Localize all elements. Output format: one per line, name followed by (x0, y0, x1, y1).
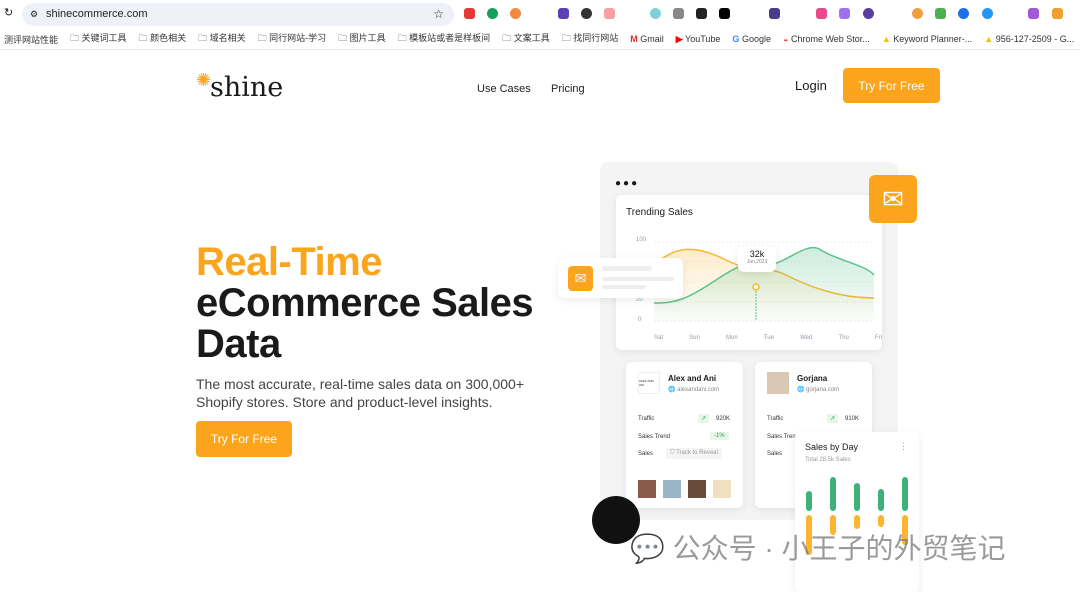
card-subtitle: Total 28.5k Sales (805, 457, 851, 463)
sales-by-day-card: Sales by Day ⋮ Total 28.5k Sales (795, 432, 919, 592)
extension-icon[interactable] (487, 8, 498, 19)
bookmark-folder[interactable]: 🗀 同行网站-学习 (258, 31, 327, 47)
try-free-header-button[interactable]: Try For Free (843, 68, 940, 103)
bookmark-folder[interactable]: 🗀 文案工具 (502, 31, 550, 47)
login-link[interactable]: Login (795, 78, 827, 93)
bookmark-gmail[interactable]: M Gmail (630, 34, 664, 44)
notification-card: ✉ (558, 258, 683, 298)
nav-use-cases[interactable]: Use Cases (477, 79, 531, 97)
store-logo (767, 372, 789, 394)
extension-icon[interactable] (912, 8, 923, 19)
wechat-icon: 💬 (630, 533, 665, 564)
bookmarks-bar: 测评网站性能 🗀 关键词工具 🗀 颜色相关 🗀 域名相关 🗀 同行网站-学习 🗀… (0, 29, 1080, 50)
extension-icon[interactable] (464, 8, 475, 19)
extension-icon[interactable] (863, 8, 874, 19)
bookmark-folder[interactable]: 🗀 关键词工具 (70, 31, 127, 47)
extension-icon[interactable] (719, 8, 730, 19)
mail-icon: ✉ (568, 266, 593, 291)
extension-icon[interactable] (816, 8, 827, 19)
store-name: Alex and Ani (668, 374, 717, 383)
bookmark[interactable]: 测评网站性能 (4, 33, 58, 46)
x-axis-labels: Sat Sun Mon Tue Wed Thu Fri (654, 335, 882, 341)
star-icon[interactable]: ☆ (433, 3, 444, 26)
sales-trend-badge: -1% (710, 432, 729, 440)
try-free-hero-button[interactable]: Try For Free (196, 421, 292, 457)
bookmark-keyword-planner[interactable]: ▲ Keyword Planner-... (882, 34, 972, 44)
track-to-reveal-button[interactable]: ⛉ Track to Reveal (666, 448, 722, 459)
label: Traffic (638, 416, 655, 422)
extension-icon[interactable] (558, 8, 569, 19)
sun-icon: ✺ (196, 70, 212, 90)
bookmark-folder[interactable]: 🗀 图片工具 (338, 31, 386, 47)
extension-icon[interactable] (769, 8, 780, 19)
extension-icon[interactable] (839, 8, 850, 19)
extension-icon[interactable] (1052, 8, 1063, 19)
extension-icon[interactable] (673, 8, 684, 19)
extension-icon[interactable] (604, 8, 615, 19)
watermark: 💬 公众号 · 小王子的外贸笔记 (630, 533, 1006, 564)
extension-icon[interactable] (958, 8, 969, 19)
extension-icon[interactable] (935, 8, 946, 19)
extension-icon[interactable] (982, 8, 993, 19)
label: Sales (767, 451, 783, 457)
hero-subtitle: The most accurate, real-time sales data … (196, 376, 525, 410)
trend-up-icon: ↗ (827, 414, 839, 423)
extension-icon[interactable] (696, 8, 707, 19)
nav-pricing[interactable]: Pricing (551, 79, 585, 97)
bookmark-youtube[interactable]: ▶ YouTube (676, 34, 721, 45)
bookmark-folder[interactable]: 🗀 找同行网站 (562, 31, 619, 47)
trend-up-icon: ↗ (698, 414, 710, 423)
extension-icon[interactable] (1028, 8, 1039, 19)
card-title: Sales by Day (805, 442, 859, 452)
store-name: Gorjana (797, 374, 828, 383)
traffic-value: 910K (845, 416, 860, 422)
extension-icon[interactable] (581, 8, 592, 19)
bookmark-google-ads[interactable]: ▲ 956-127-2509 - G... (984, 34, 1074, 44)
marker-point (752, 283, 760, 291)
chart-tooltip: 32k Jan,2023 (738, 246, 776, 272)
extension-icon[interactable] (650, 8, 661, 19)
bookmark-folder[interactable]: 🗀 模板站或者是样板间 (398, 31, 491, 47)
site-settings-icon[interactable]: ⚙ (30, 3, 38, 26)
bookmark-google[interactable]: G Google (732, 34, 771, 44)
traffic-value: 920K (716, 416, 731, 422)
store-domain: 🌐 gorjana.com (797, 387, 840, 393)
mail-icon: ✉ (869, 175, 917, 223)
bookmark-folder[interactable]: 🗀 颜色相关 (139, 31, 187, 47)
label: Sales Trend (638, 434, 671, 440)
address-bar[interactable]: ⚙ shinecommerce.com ☆ (22, 3, 454, 26)
more-icon[interactable]: ⋮ (899, 441, 908, 452)
y-tick: 100 (636, 237, 647, 243)
url-text: shinecommerce.com (46, 8, 148, 20)
browser-toolbar: ↻ ⚙ shinecommerce.com ☆ (0, 0, 1080, 29)
label: Sales (638, 451, 654, 457)
product-thumbnails (638, 480, 731, 498)
hero-title: Real-Time eCommerce Sales Data (196, 240, 534, 366)
window-dots-icon: ●●● (615, 178, 640, 189)
extension-icon[interactable] (510, 8, 521, 19)
store-logo: ALEX AND ANI (638, 372, 660, 394)
store-domain: 🌐 alexandani.com (668, 387, 720, 393)
store-card-alex-and-ani[interactable]: ALEX AND ANI Alex and Ani 🌐 alexandani.c… (626, 362, 743, 508)
y-tick: 0 (638, 317, 642, 323)
bookmark-chrome-store[interactable]: ◒ Chrome Web Stor... (783, 34, 870, 44)
label: Traffic (767, 416, 784, 422)
bookmark-folder[interactable]: 🗀 域名相关 (198, 31, 246, 47)
reload-icon[interactable]: ↻ (4, 6, 13, 19)
